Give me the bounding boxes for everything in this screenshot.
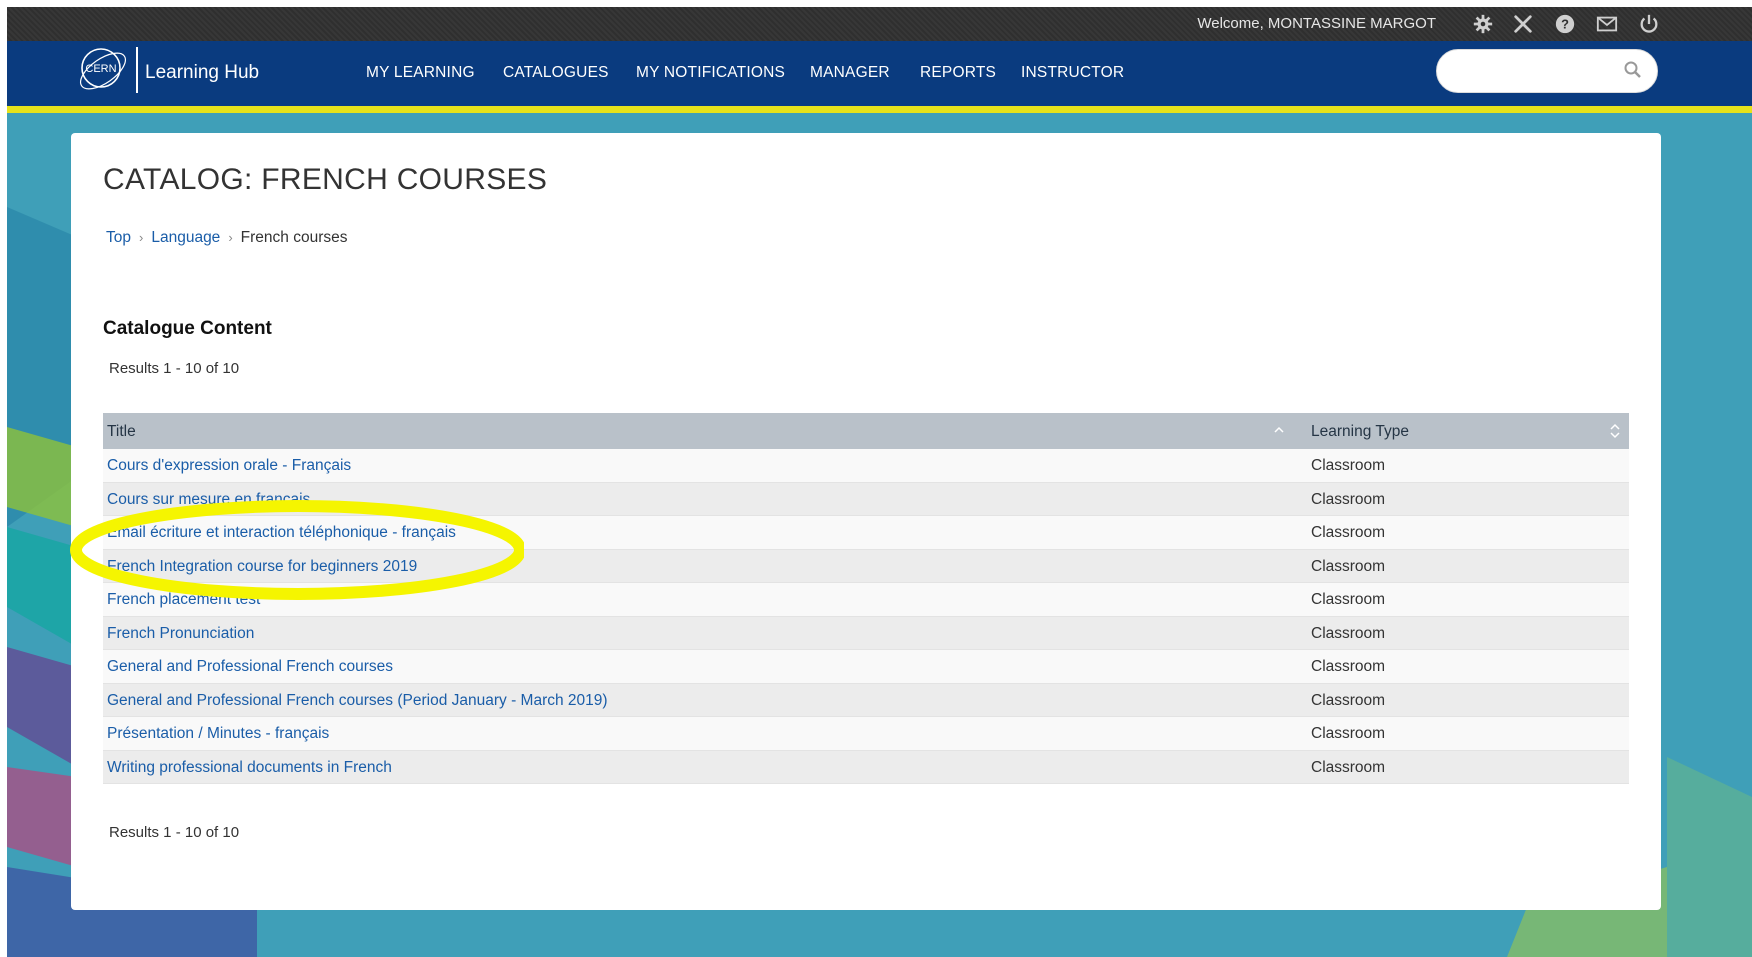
page-title: CATALOG: FRENCH COURSES — [103, 163, 548, 196]
welcome-text: Welcome, MONTASSINE MARGOT — [1197, 15, 1436, 32]
table-header: Title Learning Type — [103, 413, 1629, 449]
breadcrumb-separator: › — [228, 230, 233, 245]
nav-catalogues[interactable]: CATALOGUES — [503, 64, 609, 82]
learning-type-cell: Classroom — [1311, 658, 1386, 675]
tools-icon[interactable] — [1512, 13, 1534, 35]
learning-type-cell: Classroom — [1311, 557, 1386, 575]
learning-type-cell: Classroom — [1311, 758, 1386, 776]
table-row: General and Professional French courses C… — [103, 650, 1629, 684]
cern-logo-icon[interactable]: CERN — [73, 40, 133, 100]
course-title-link[interactable]: Writing professional documents in French — [107, 759, 392, 777]
nav-reports[interactable]: REPORTS — [920, 64, 996, 82]
results-count-top: Results 1 - 10 of 10 — [109, 360, 240, 377]
search-box[interactable] — [1436, 49, 1658, 93]
course-title-link[interactable]: General and Professional French courses … — [107, 692, 608, 710]
learning-type-cell: Classroom — [1311, 591, 1386, 608]
svg-text:?: ? — [1561, 17, 1569, 32]
brand-name[interactable]: Learning Hub — [145, 62, 259, 84]
power-icon[interactable] — [1638, 13, 1660, 35]
nav-my-notifications[interactable]: MY NOTIFICATIONS — [636, 64, 785, 82]
nav-manager[interactable]: MANAGER — [810, 64, 890, 82]
gear-icon[interactable] — [1472, 13, 1494, 35]
breadcrumb: Top › Language › French courses — [106, 229, 347, 247]
results-count-bottom: Results 1 - 10 of 10 — [109, 824, 240, 841]
breadcrumb-top[interactable]: Top — [106, 229, 131, 246]
learning-type-cell: Classroom — [1311, 725, 1386, 742]
highlight-ellipse-annotation — [70, 500, 524, 600]
course-title-link[interactable]: Cours d'expression orale - Français — [107, 457, 351, 475]
search-icon[interactable] — [1623, 60, 1643, 80]
table-row: General and Professional French courses … — [103, 683, 1629, 717]
learning-type-cell: Classroom — [1311, 457, 1386, 474]
table-row: French Pronunciation Classroom — [103, 616, 1629, 650]
sort-asc-icon[interactable] — [1274, 426, 1284, 434]
table-row: Cours d'expression orale - Français Class… — [103, 449, 1629, 483]
search-input[interactable] — [1453, 60, 1617, 84]
column-header-learning-type[interactable]: Learning Type — [1311, 423, 1409, 441]
course-title-link[interactable]: Présentation / Minutes - français — [107, 725, 329, 743]
mail-icon[interactable] — [1596, 13, 1618, 35]
learning-type-cell: Classroom — [1311, 624, 1386, 642]
learning-type-cell: Classroom — [1311, 524, 1386, 541]
breadcrumb-separator: › — [139, 230, 144, 245]
course-title-link[interactable]: General and Professional French courses — [107, 658, 393, 676]
column-header-title[interactable]: Title — [107, 423, 136, 441]
nav-my-learning[interactable]: MY LEARNING — [366, 64, 475, 82]
learning-type-cell: Classroom — [1311, 490, 1386, 508]
logo-text: CERN — [85, 63, 116, 75]
sort-both-icon[interactable] — [1610, 423, 1620, 439]
top-utility-bar: Welcome, MONTASSINE MARGOT ? — [7, 7, 1752, 41]
breadcrumb-current: French courses — [240, 229, 348, 246]
table-row: Writing professional documents in French… — [103, 750, 1629, 784]
section-title: Catalogue Content — [103, 318, 272, 339]
course-title-link[interactable]: French Pronunciation — [107, 625, 254, 643]
learning-type-cell: Classroom — [1311, 691, 1386, 709]
table-row: Présentation / Minutes - français Classro… — [103, 717, 1629, 751]
help-icon[interactable]: ? — [1554, 13, 1576, 35]
breadcrumb-language[interactable]: Language — [151, 229, 220, 246]
accent-line — [7, 106, 1752, 113]
nav-instructor[interactable]: INSTRUCTOR — [1021, 64, 1124, 82]
brand-separator — [136, 47, 138, 93]
